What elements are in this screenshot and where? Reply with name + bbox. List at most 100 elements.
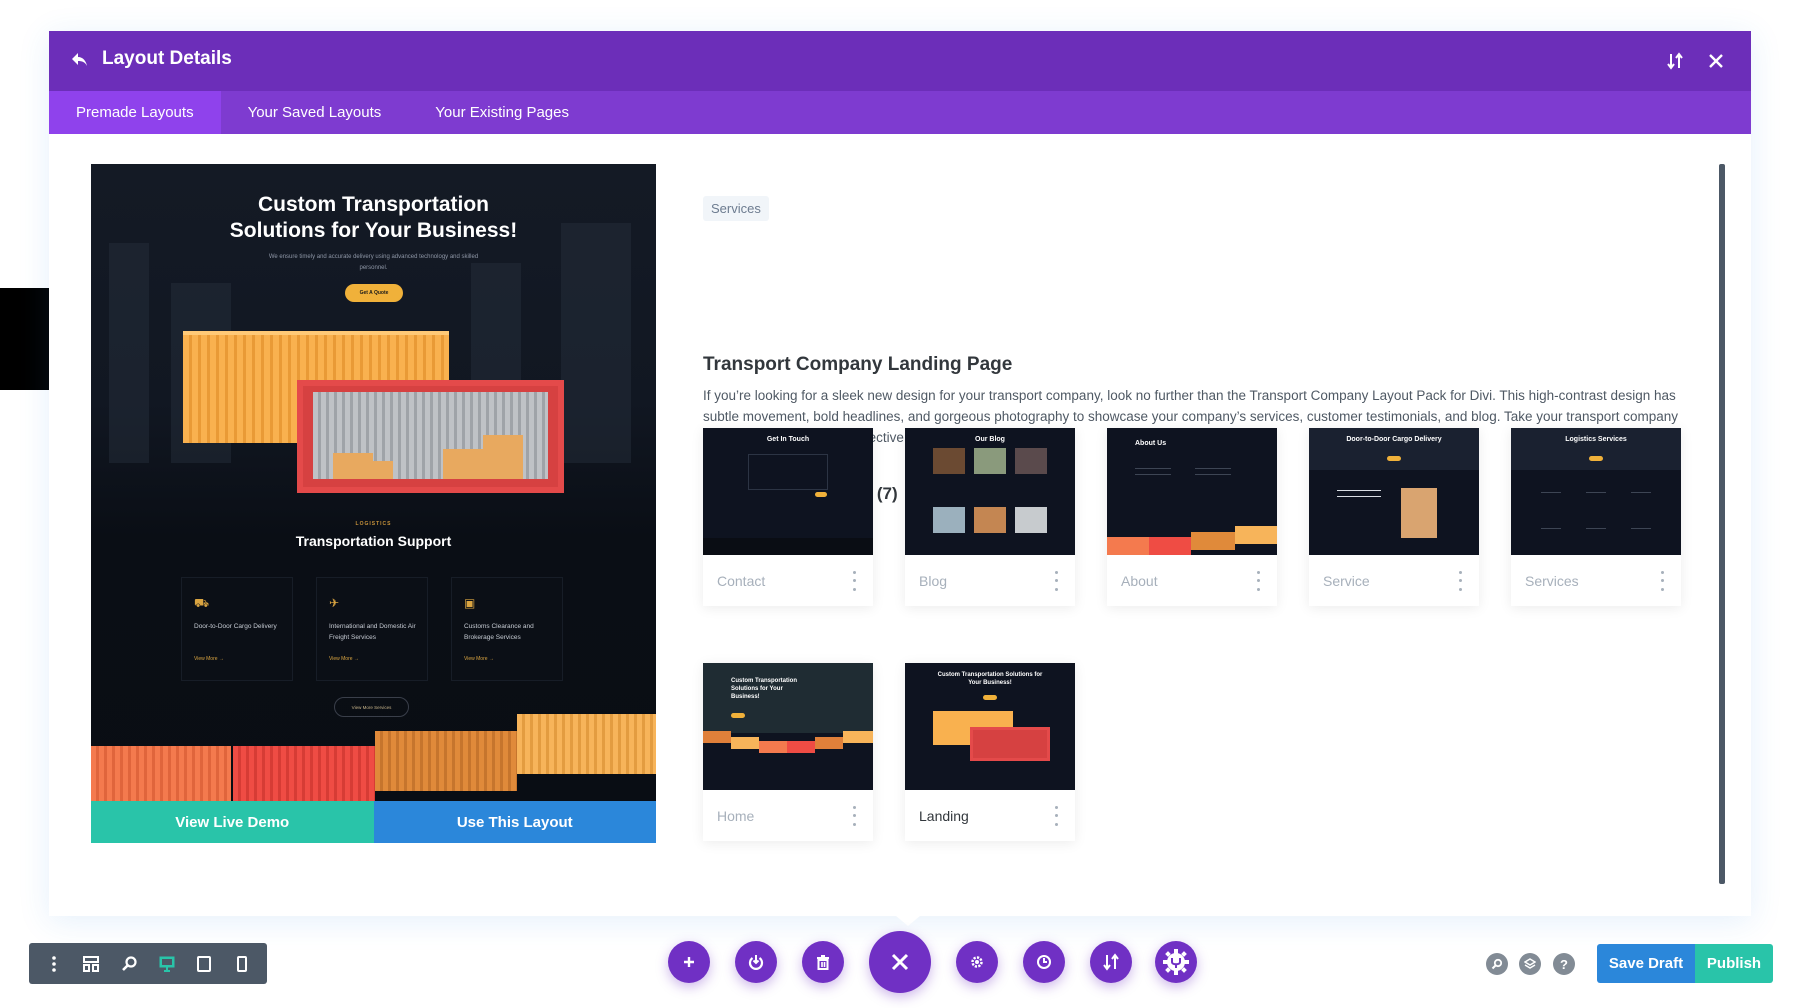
more-options-icon[interactable] — [1051, 570, 1061, 591]
preview-hero-title: Custom Transportation Solutions for Your… — [91, 192, 656, 244]
preview-service-card: ✈ International and Domestic Air Freight… — [316, 577, 428, 681]
search-button[interactable] — [1486, 953, 1508, 975]
cargo-box — [483, 435, 523, 479]
phone-icon[interactable] — [230, 952, 254, 976]
thumb-text — [1337, 490, 1381, 491]
tab-existing-pages[interactable]: Your Existing Pages — [408, 91, 596, 134]
power-button[interactable] — [735, 941, 777, 983]
add-icon — [684, 957, 694, 967]
layers-icon — [1524, 958, 1536, 969]
service-title: Customs Clearance and Brokerage Services — [464, 623, 534, 641]
layout-thumbnail: Custom Transportation Solutions for Your… — [703, 663, 873, 790]
desktop-icon[interactable] — [155, 952, 179, 976]
plane-icon: ✈ — [329, 596, 340, 610]
layers-button[interactable] — [1519, 953, 1541, 975]
tablet-icon[interactable] — [192, 952, 216, 976]
bottom-container-image — [91, 746, 231, 806]
more-options-icon[interactable] — [1051, 805, 1061, 826]
save-draft-button[interactable]: Save Draft — [1597, 944, 1695, 983]
layout-thumbnail: About Us — [1107, 428, 1277, 555]
more-options-icon[interactable] — [1455, 570, 1465, 591]
red-container-image — [297, 380, 564, 493]
close-icon — [891, 953, 909, 971]
thumb-text — [1337, 496, 1381, 497]
scrollbar[interactable] — [1719, 164, 1725, 884]
more-options-icon[interactable] — [1253, 570, 1263, 591]
layout-card-home[interactable]: Custom Transportation Solutions for Your… — [703, 663, 873, 841]
layout-card-contact[interactable]: Get In Touch Contact — [703, 428, 873, 606]
add-button[interactable] — [668, 941, 710, 983]
modal-header: Layout Details — [49, 31, 1751, 91]
card-label: Service — [1323, 572, 1370, 589]
category-tag[interactable]: Services — [703, 196, 769, 221]
publish-button[interactable]: Publish — [1695, 944, 1773, 983]
use-this-layout-button[interactable]: Use This Layout — [373, 801, 656, 843]
thumb-container — [787, 741, 815, 753]
layout-card-landing[interactable]: Custom Transportation Solutions for Your… — [905, 663, 1075, 841]
layout-thumbnail: Get In Touch — [703, 428, 873, 555]
layout-thumbnail: Our Blog — [905, 428, 1075, 555]
card-footer: About — [1107, 555, 1277, 606]
service-title: Door-to-Door Cargo Delivery — [194, 623, 277, 630]
tab-premade-layouts[interactable]: Premade Layouts — [49, 91, 221, 134]
thumb-container — [1191, 532, 1235, 550]
tab-saved-layouts[interactable]: Your Saved Layouts — [221, 91, 409, 134]
thumb-title: Logistics Services — [1565, 436, 1627, 443]
layout-card-services[interactable]: Logistics Services Services — [1511, 428, 1681, 606]
search-icon — [1491, 958, 1503, 970]
layout-card-about[interactable]: About Us About — [1107, 428, 1277, 606]
more-options-icon[interactable] — [1657, 570, 1667, 591]
service-link: View More → — [194, 656, 224, 662]
card-label: Contact — [717, 572, 766, 589]
thumb-container — [970, 727, 1050, 761]
portability-button[interactable] — [1155, 941, 1197, 983]
layout-card-service[interactable]: Door-to-Door Cargo Delivery Service — [1309, 428, 1479, 606]
pack-title: Transport Company Landing Page — [703, 354, 1013, 375]
preview-service-card: ▣ Customs Clearance and Brokerage Servic… — [451, 577, 563, 681]
hero-title-line: Solutions for Your Business! — [229, 219, 518, 242]
back-arrow-icon[interactable] — [67, 47, 93, 73]
portability-sort-button[interactable] — [1090, 941, 1132, 983]
thumb-form — [748, 454, 828, 490]
thumb-title: About Us — [1135, 440, 1167, 447]
zoom-icon[interactable] — [117, 952, 141, 976]
close-builder-button[interactable] — [869, 931, 931, 993]
close-icon[interactable] — [1702, 47, 1730, 75]
thumb-container — [731, 737, 759, 749]
menu-dots-icon[interactable] — [42, 952, 66, 976]
preview-actions: View Live Demo Use This Layout — [91, 801, 656, 843]
card-footer: Home — [703, 790, 873, 841]
thumb-container — [815, 737, 843, 749]
layout-details-modal: Layout Details Premade Layouts Your Save… — [49, 31, 1751, 916]
truck-icon: ⛟ — [194, 596, 210, 610]
help-button[interactable]: ? — [1553, 953, 1575, 975]
view-live-demo-button[interactable]: View Live Demo — [91, 801, 374, 843]
thumb-container — [759, 741, 787, 753]
settings-button[interactable] — [956, 941, 998, 983]
thumb-title: Custom Transportation Solutions for Your… — [937, 672, 1043, 686]
bottom-container-image — [375, 731, 517, 791]
card-label: Blog — [919, 572, 948, 589]
thumb-button — [983, 695, 997, 700]
thumb-photo — [933, 448, 965, 474]
trash-button[interactable] — [802, 941, 844, 983]
city-silhouette — [561, 223, 631, 463]
layout-card-blog[interactable]: Our Blog Blog — [905, 428, 1075, 606]
more-options-icon[interactable] — [849, 570, 859, 591]
thumb-text — [1631, 528, 1651, 529]
thumb-button — [1589, 456, 1603, 461]
thumb-photo — [933, 507, 965, 533]
clipboard-icon: ▣ — [464, 596, 476, 610]
more-options-icon[interactable] — [849, 805, 859, 826]
history-button[interactable] — [1023, 941, 1065, 983]
layout-thumbnail: Door-to-Door Cargo Delivery — [1309, 428, 1479, 555]
thumb-container — [703, 731, 731, 743]
service-title: International and Domestic Air Freight S… — [329, 623, 416, 641]
thumb-button — [815, 492, 827, 497]
thumb-text — [1586, 528, 1606, 529]
wireframe-icon[interactable] — [79, 952, 103, 976]
sort-arrows-icon[interactable] — [1661, 47, 1689, 75]
preview-more-services-button: View More Services — [334, 697, 409, 717]
thumb-text — [1195, 474, 1231, 475]
card-footer: Services — [1511, 555, 1681, 606]
